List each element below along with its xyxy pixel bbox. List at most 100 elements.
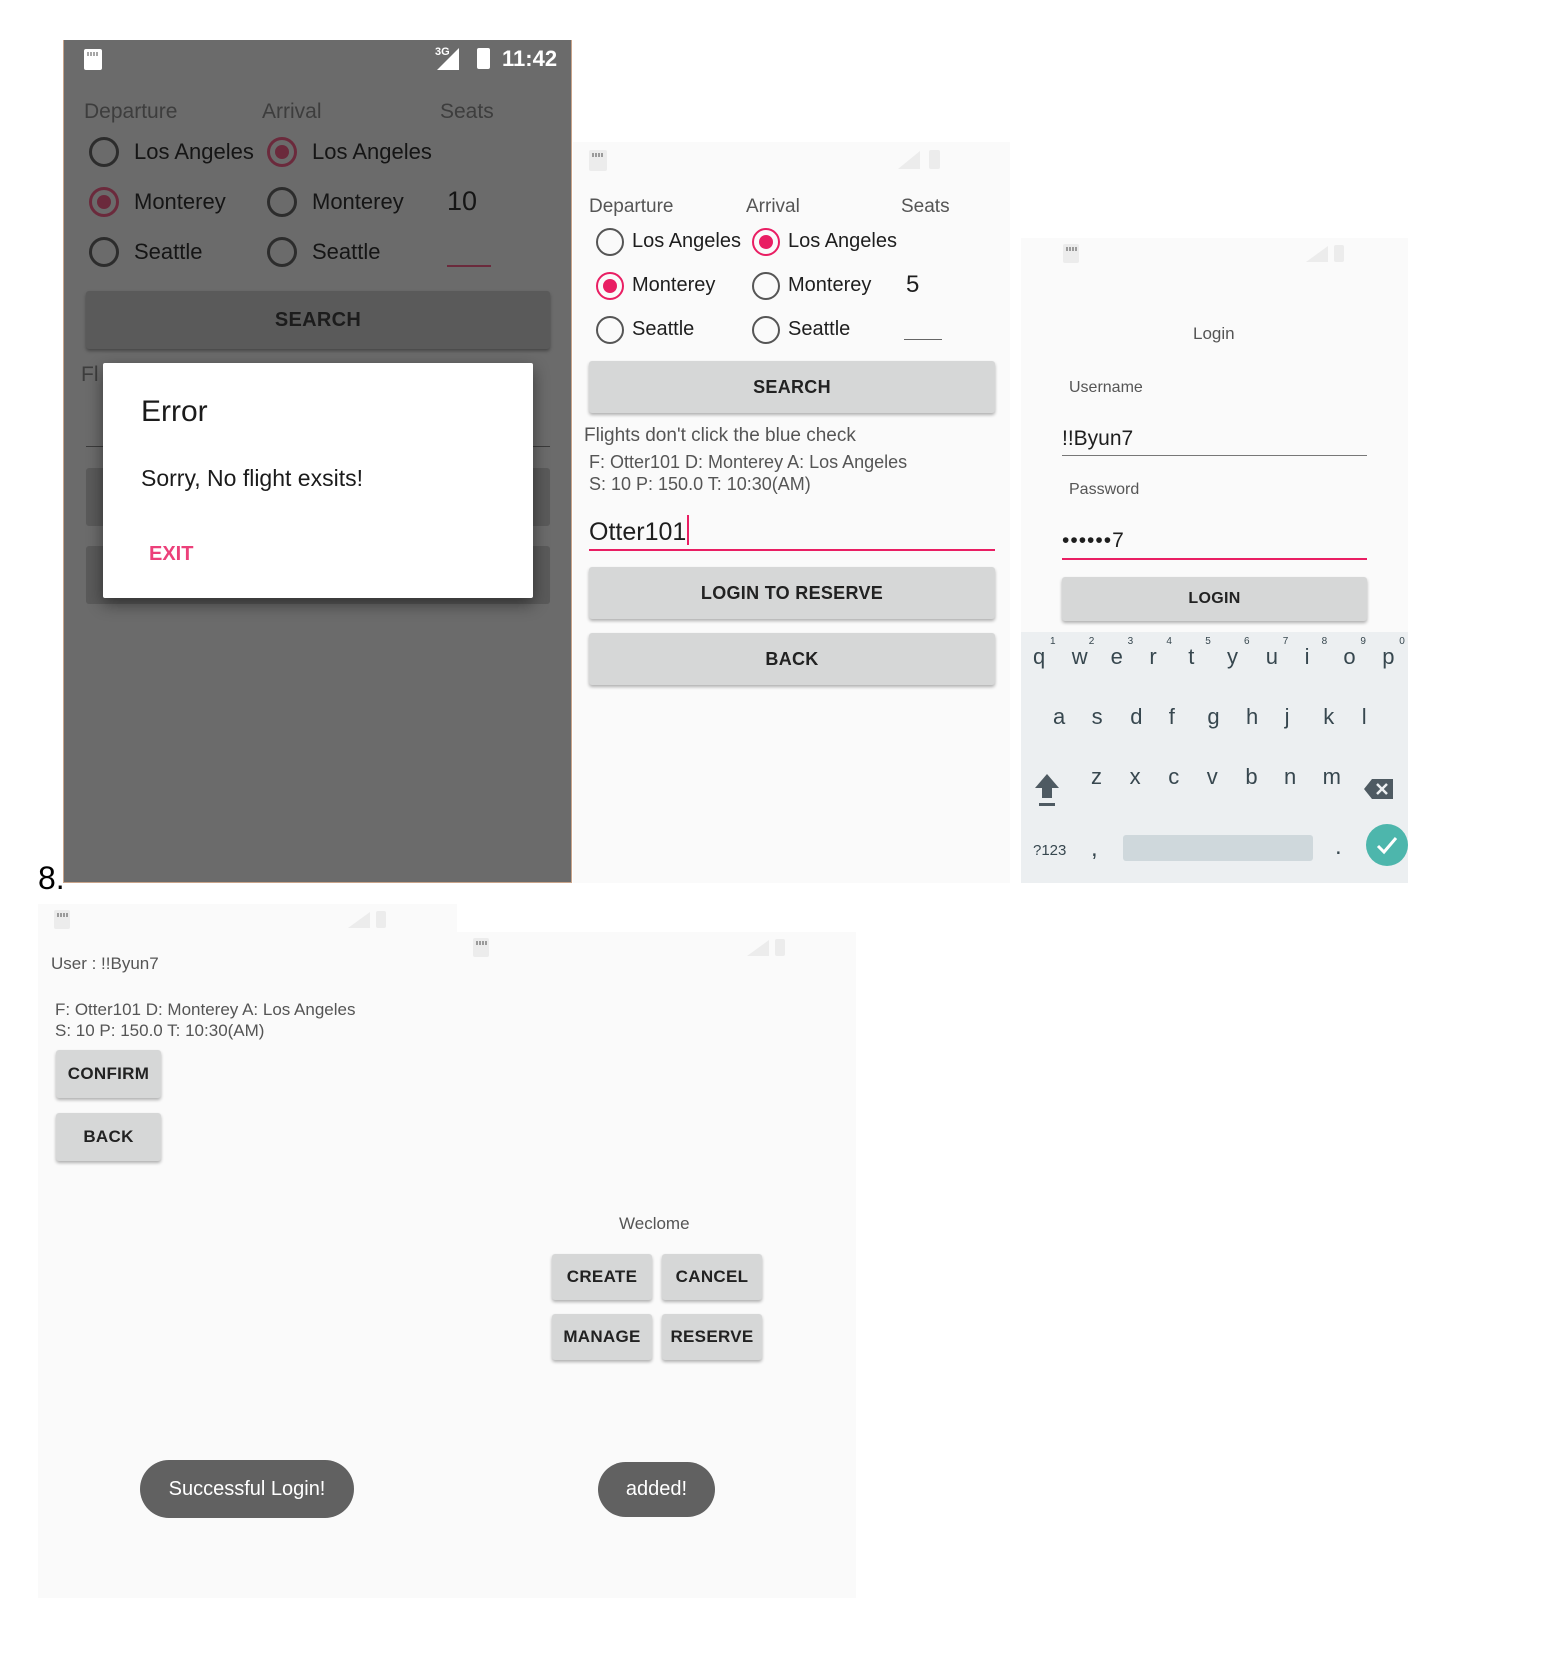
radio-arrival-monterey[interactable]	[267, 187, 297, 217]
search-button[interactable]: SEARCH	[86, 291, 550, 349]
seats-value[interactable]: 10	[447, 186, 477, 217]
status-bar	[573, 142, 1010, 180]
digit-hint-3: 3	[1127, 636, 1134, 647]
key-f[interactable]: f	[1169, 704, 1175, 730]
username-label: Username	[1069, 379, 1143, 396]
label-arrival-seattle: Seattle	[788, 318, 851, 340]
digit-hint-8: 8	[1321, 636, 1328, 647]
checkmark-icon	[1376, 837, 1398, 855]
radio-departure-los-angeles[interactable]	[89, 137, 119, 167]
radio-arrival-seattle[interactable]	[267, 237, 297, 267]
key-c[interactable]: c	[1168, 764, 1179, 790]
radio-arrival-monterey[interactable]	[752, 272, 780, 300]
login-button[interactable]: LOGIN	[1062, 577, 1367, 621]
dialog-exit-button[interactable]: EXIT	[149, 543, 193, 566]
login-title: Login	[1193, 324, 1235, 343]
key-l[interactable]: l	[1362, 704, 1367, 730]
key-e[interactable]: e	[1111, 644, 1123, 670]
flight-id-input-underline	[589, 549, 995, 551]
seats-value[interactable]: 5	[906, 271, 919, 299]
key-z[interactable]: z	[1091, 764, 1102, 790]
key-t[interactable]: t	[1188, 644, 1194, 670]
radio-arrival-seattle[interactable]	[752, 316, 780, 344]
flight-id-input-value: Otter101	[589, 518, 687, 546]
radio-departure-monterey[interactable]	[596, 272, 624, 300]
username-input-underline	[1062, 455, 1367, 456]
seats-input-underline	[904, 339, 942, 340]
digit-hint-2: 2	[1088, 636, 1095, 647]
digit-hint-9: 9	[1360, 636, 1366, 647]
key-x[interactable]: x	[1130, 764, 1141, 790]
label-departure-monterey: Monterey	[632, 274, 716, 296]
radio-departure-los-angeles[interactable]	[596, 228, 624, 256]
radio-arrival-los-angeles[interactable]	[267, 137, 297, 167]
departure-header: Departure	[589, 196, 674, 217]
symbols-key[interactable]: ?123	[1033, 842, 1066, 859]
password-input[interactable]: ••••••7	[1062, 529, 1125, 553]
flights-label-fragment: Fl	[81, 363, 99, 386]
key-w[interactable]: w	[1072, 644, 1088, 670]
key-d[interactable]: d	[1130, 704, 1142, 730]
user-line: User : !!Byun7	[51, 954, 159, 973]
departure-header: Departure	[84, 100, 178, 123]
comma-key[interactable]: ,	[1091, 835, 1098, 863]
status-clock: 11:42	[502, 46, 558, 71]
radio-departure-seattle[interactable]	[596, 316, 624, 344]
status-bar	[457, 932, 856, 970]
manage-button[interactable]: MANAGE	[552, 1314, 652, 1360]
key-h[interactable]: h	[1246, 704, 1258, 730]
create-button[interactable]: CREATE	[552, 1254, 652, 1300]
back-button[interactable]: BACK	[589, 633, 995, 685]
key-q[interactable]: q	[1033, 644, 1045, 670]
sd-card-icon	[1063, 244, 1079, 263]
screen-search-results: Departure Arrival Seats Los Angeles Mont…	[573, 142, 1010, 883]
sd-card-icon	[84, 49, 102, 70]
backspace-key[interactable]	[1363, 777, 1395, 801]
cancel-button[interactable]: CANCEL	[662, 1254, 762, 1300]
username-input[interactable]: !!Byun7	[1062, 427, 1133, 451]
key-a[interactable]: a	[1053, 704, 1065, 730]
search-button[interactable]: SEARCH	[589, 361, 995, 413]
label-arrival-monterey: Monterey	[788, 274, 872, 296]
key-o[interactable]: o	[1343, 644, 1355, 670]
flight-id-input[interactable]: Otter101	[589, 515, 690, 547]
toast-successful-login: Successful Login!	[140, 1460, 354, 1518]
key-b[interactable]: b	[1245, 764, 1257, 790]
space-key[interactable]	[1123, 835, 1313, 861]
key-g[interactable]: g	[1207, 704, 1219, 730]
radio-departure-monterey[interactable]	[89, 187, 119, 217]
key-r[interactable]: r	[1149, 644, 1156, 670]
key-u[interactable]: u	[1266, 644, 1278, 670]
sd-card-icon	[54, 910, 70, 929]
arrival-header: Arrival	[262, 100, 322, 123]
enter-key[interactable]	[1366, 824, 1408, 866]
confirm-button[interactable]: CONFIRM	[56, 1050, 161, 1098]
key-m[interactable]: m	[1323, 764, 1341, 790]
battery-icon	[477, 48, 490, 69]
status-bar: 3G 11:42	[64, 40, 571, 80]
back-button[interactable]: BACK	[56, 1113, 161, 1161]
key-s[interactable]: s	[1092, 704, 1103, 730]
signal-icon	[1306, 246, 1328, 262]
dialog-title: Error	[141, 395, 208, 428]
key-y[interactable]: y	[1227, 644, 1238, 670]
text-cursor	[687, 515, 690, 545]
sd-card-icon	[589, 150, 607, 171]
backspace-icon	[1364, 779, 1393, 799]
radio-departure-seattle[interactable]	[89, 237, 119, 267]
radio-arrival-los-angeles[interactable]	[752, 228, 780, 256]
key-k[interactable]: k	[1323, 704, 1334, 730]
screen-welcome: Weclome CREATE CANCEL MANAGE RESERVE add…	[457, 932, 856, 1598]
reserve-button[interactable]: RESERVE	[662, 1314, 762, 1360]
key-p[interactable]: p	[1382, 644, 1394, 670]
password-label: Password	[1069, 481, 1140, 498]
key-i[interactable]: i	[1305, 644, 1310, 670]
key-n[interactable]: n	[1284, 764, 1296, 790]
key-v[interactable]: v	[1207, 764, 1218, 790]
sd-card-icon	[473, 938, 489, 957]
shift-key[interactable]	[1033, 772, 1061, 808]
soft-keyboard: 1q 2w 3e 4r 5t 6y 7u 8i 9o 0p a s d f g h j k l z x c v b n m ?…	[1021, 632, 1408, 883]
key-j[interactable]: j	[1285, 704, 1290, 730]
login-to-reserve-button[interactable]: LOGIN TO RESERVE	[589, 567, 995, 619]
period-key[interactable]: .	[1335, 833, 1342, 861]
